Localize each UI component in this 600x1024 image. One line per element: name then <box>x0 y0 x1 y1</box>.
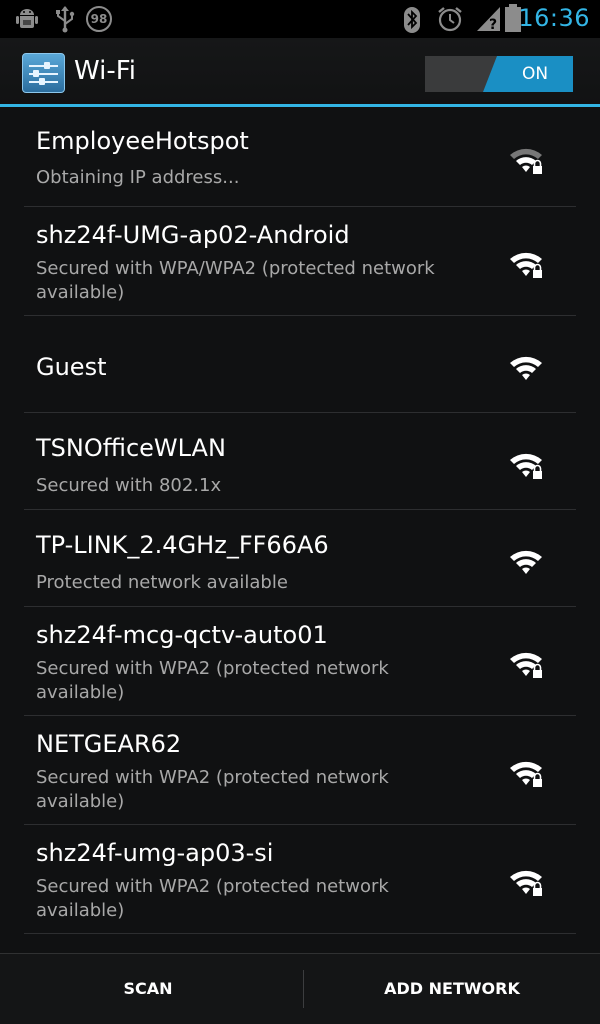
network-row[interactable]: shz24f-mcg-qctv-auto01 Secured with WPA2 … <box>24 607 576 716</box>
wifi-signal-locked-icon <box>508 648 544 680</box>
network-row[interactable]: TSNOfficeWLAN Secured with 802.1x <box>24 413 576 510</box>
network-row[interactable]: shz24f-UMG-ap02-Android Secured with WPA/… <box>24 207 576 316</box>
network-summary: Secured with WPA2 (protected network ava… <box>36 876 389 921</box>
status-bar: 98 ? 16:36 <box>0 0 600 38</box>
network-row[interactable]: NETGEAR62 Secured with WPA2 (protected ne… <box>24 716 576 825</box>
notification-count-badge: 98 <box>86 6 112 32</box>
network-row[interactable]: shz24f-umg-ap03-si Secured with WPA2 (pro… <box>24 825 576 934</box>
network-ssid: TSNOfficeWLAN <box>36 434 226 462</box>
wifi-signal-locked-icon <box>508 248 544 280</box>
clock: 16:36 <box>518 4 590 32</box>
no-signal-icon: ? <box>477 7 500 32</box>
wifi-signal-icon <box>508 352 544 384</box>
network-ssid: EmployeeHotspot <box>36 127 249 155</box>
network-ssid: Guest <box>36 353 107 381</box>
usb-icon <box>56 6 75 33</box>
network-row[interactable]: EmployeeHotspot Obtaining IP address... <box>24 107 576 207</box>
network-ssid: shz24f-mcg-qctv-auto01 <box>36 621 328 649</box>
alarm-icon <box>438 7 462 32</box>
network-summary: Secured with WPA/WPA2 (protected network… <box>36 258 435 303</box>
wifi-signal-locked-icon <box>508 866 544 898</box>
network-row[interactable]: TP-LINK_2.4GHz_FF66A6 Protected network a… <box>24 510 576 607</box>
bluetooth-icon <box>404 7 420 33</box>
network-ssid: NETGEAR62 <box>36 730 182 758</box>
settings-sliders-icon[interactable] <box>22 53 65 93</box>
network-row[interactable]: Guest <box>24 316 576 413</box>
network-summary: Obtaining IP address... <box>36 167 240 188</box>
toggle-label: ON <box>521 64 549 84</box>
action-bar: Wi-Fi ON <box>0 38 600 107</box>
scan-button[interactable]: SCAN <box>0 954 296 1024</box>
wifi-toggle[interactable]: ON <box>425 56 573 92</box>
wifi-signal-locked-icon <box>508 757 544 789</box>
network-ssid: TP-LINK_2.4GHz_FF66A6 <box>36 531 329 559</box>
network-ssid: shz24f-UMG-ap02-Android <box>36 221 350 249</box>
network-list[interactable]: EmployeeHotspot Obtaining IP address... sh… <box>0 107 600 953</box>
svg-text:?: ? <box>489 17 497 32</box>
wifi-signal-icon <box>508 546 544 578</box>
network-summary: Secured with 802.1x <box>36 475 222 496</box>
network-summary: Secured with WPA2 (protected network ava… <box>36 658 389 703</box>
bottom-button-bar: SCAN ADD NETWORK <box>0 953 600 1024</box>
network-row-partial[interactable] <box>24 934 576 953</box>
network-summary: Protected network available <box>36 572 288 593</box>
network-ssid: shz24f-umg-ap03-si <box>36 839 274 867</box>
wifi-signal-locked-icon <box>508 449 544 481</box>
page-title: Wi-Fi <box>74 56 137 86</box>
network-summary: Secured with WPA2 (protected network ava… <box>36 767 389 812</box>
wifi-signal-locked-icon <box>508 144 544 176</box>
add-network-button[interactable]: ADD NETWORK <box>304 954 600 1024</box>
android-debug-icon <box>16 9 38 28</box>
